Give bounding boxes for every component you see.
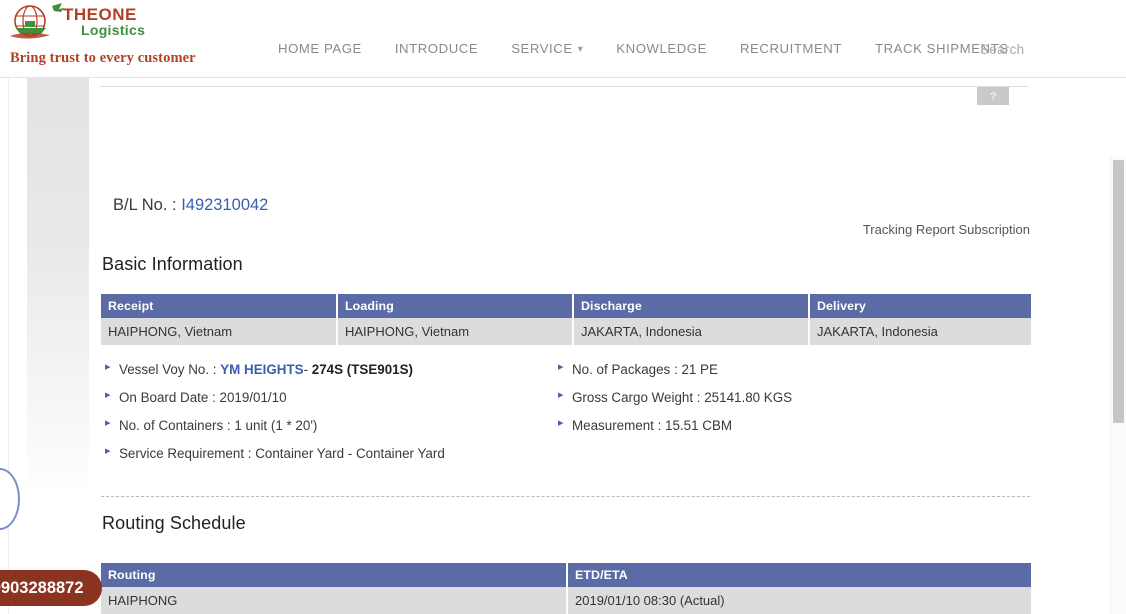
detail-vessel-voy-no: ▸ Vessel Voy No. : YM HEIGHTS- 274S (TSE9… <box>104 361 544 377</box>
floating-phone-badge[interactable]: e 0903288872 <box>0 570 102 606</box>
column-header-discharge: Discharge <box>573 294 810 318</box>
nav-label: INTRODUCE <box>394 41 479 56</box>
bl-number-value[interactable]: I492310042 <box>181 196 268 214</box>
column-header-routing: Routing <box>101 563 568 587</box>
detail-value: 2019/01/10 <box>219 390 287 405</box>
detail-no-of-packages: ▸ No. of Packages : 21 PE <box>557 361 987 377</box>
content-top-divider <box>100 86 1028 87</box>
table-row: HAIPHONG 2019/01/10 08:30 (Actual) <box>101 587 1031 614</box>
detail-label: No. of Packages : <box>572 362 678 377</box>
cell-routing: HAIPHONG <box>101 587 568 614</box>
detail-on-board-date: ▸ On Board Date : 2019/01/10 <box>104 389 544 405</box>
detail-no-of-containers: ▸ No. of Containers : 1 unit (1 * 20') <box>104 417 544 433</box>
scrollbar-thumb[interactable] <box>1113 160 1124 423</box>
cell-receipt: HAIPHONG, Vietnam <box>101 318 338 345</box>
page-scrollbar[interactable] <box>1110 156 1126 614</box>
detail-voyage-code: 274S (TSE901S) <box>311 362 414 377</box>
logo-mark: THEONE Logistics <box>6 2 188 44</box>
site-header: THEONE Logistics Bring trust to every cu… <box>0 0 1126 78</box>
detail-service-requirement: ▸ Service Requirement : Container Yard - … <box>104 445 544 461</box>
svg-text:Logistics: Logistics <box>81 22 145 38</box>
bullet-arrow-icon: ▸ <box>105 361 111 373</box>
page-root: THEONE Logistics Bring trust to every cu… <box>0 0 1126 614</box>
column-header-etd-eta: ETD/ETA <box>567 563 1031 587</box>
detail-label: Vessel Voy No. : <box>119 362 217 377</box>
site-logo[interactable]: THEONE Logistics Bring trust to every cu… <box>6 2 196 66</box>
detail-label: On Board Date : <box>119 390 216 405</box>
detail-gross-cargo-weight: ▸ Gross Cargo Weight : 25141.80 KGS <box>557 389 987 405</box>
cell-etd-eta: 2019/01/10 08:30 (Actual) <box>567 587 1031 614</box>
detail-value: Container Yard - Container Yard <box>255 446 445 461</box>
logo-tagline: Bring trust to every customer <box>10 50 196 66</box>
detail-label: No. of Containers : <box>119 418 231 433</box>
detail-vessel-name[interactable]: YM HEIGHTS <box>220 362 303 377</box>
nav-item-service[interactable]: SERVICE ▾ <box>511 41 599 56</box>
bullet-arrow-icon: ▸ <box>558 417 564 429</box>
detail-label: Measurement : <box>572 418 662 433</box>
cell-discharge: JAKARTA, Indonesia <box>573 318 810 345</box>
nav-item-recruitment[interactable]: RECRUITMENT <box>740 41 858 56</box>
detail-separator: - <box>303 362 309 377</box>
tracking-report-subscription-link[interactable]: Tracking Report Subscription <box>863 222 1030 237</box>
bl-label: B/L No. : <box>113 196 177 214</box>
nav-label: SERVICE <box>511 41 573 56</box>
nav-label: KNOWLEDGE <box>616 41 707 56</box>
basic-information-title: Basic Information <box>102 254 243 274</box>
basic-details-left-column: ▸ Vessel Voy No. : YM HEIGHTS- 274S (TSE9… <box>104 361 544 461</box>
routing-schedule-title: Routing Schedule <box>102 513 246 533</box>
nav-item-introduce[interactable]: INTRODUCE <box>395 41 494 56</box>
left-arc-decoration <box>0 468 20 530</box>
table-header-row: Receipt Loading Discharge Delivery <box>101 294 1031 318</box>
tracking-content: ? B/L No. : I492310042 Tracking Report S… <box>89 78 1039 614</box>
detail-value: 1 unit (1 * 20') <box>234 418 318 433</box>
help-button[interactable]: ? <box>977 87 1009 105</box>
section-divider-top <box>101 496 1030 497</box>
basic-information-table: Receipt Loading Discharge Delivery HAIPH… <box>101 294 1031 345</box>
left-rule-divider <box>8 78 9 614</box>
bullet-arrow-icon: ▸ <box>105 445 111 457</box>
cell-delivery: JAKARTA, Indonesia <box>809 318 1031 345</box>
bullet-arrow-icon: ▸ <box>558 389 564 401</box>
bl-number-line: B/L No. : I492310042 <box>113 196 268 215</box>
detail-value: 25141.80 KGS <box>704 390 793 405</box>
detail-measurement: ▸ Measurement : 15.51 CBM <box>557 417 987 433</box>
routing-schedule-table: Routing ETD/ETA HAIPHONG 2019/01/10 08:3… <box>101 563 1031 614</box>
detail-label: Service Requirement : <box>119 446 252 461</box>
nav-label: RECRUITMENT <box>739 41 842 56</box>
detail-label: Gross Cargo Weight : <box>572 390 701 405</box>
nav-label: HOME PAGE <box>278 41 362 56</box>
detail-value: 15.51 CBM <box>665 418 733 433</box>
column-header-receipt: Receipt <box>101 294 338 318</box>
search-input[interactable] <box>978 41 1098 58</box>
table-header-row: Routing ETD/ETA <box>101 563 1031 587</box>
detail-value: 21 PE <box>681 362 718 377</box>
basic-details-right-column: ▸ No. of Packages : 21 PE ▸ Gross Cargo We… <box>557 361 987 433</box>
bullet-arrow-icon: ▸ <box>105 389 111 401</box>
bullet-arrow-icon: ▸ <box>558 361 564 373</box>
main-navigation: HOME PAGE INTRODUCE SERVICE ▾ KNOWLEDGE … <box>278 41 1025 56</box>
table-row: HAIPHONG, Vietnam HAIPHONG, Vietnam JAKA… <box>101 318 1031 345</box>
nav-item-knowledge[interactable]: KNOWLEDGE <box>616 41 723 56</box>
theone-logistics-logo-icon: THEONE Logistics <box>10 3 145 39</box>
cell-loading: HAIPHONG, Vietnam <box>337 318 574 345</box>
left-decorative-panel <box>27 78 89 496</box>
chevron-down-icon: ▾ <box>577 43 584 55</box>
column-header-loading: Loading <box>337 294 574 318</box>
bullet-arrow-icon: ▸ <box>105 417 111 429</box>
column-header-delivery: Delivery <box>809 294 1031 318</box>
nav-item-home-page[interactable]: HOME PAGE <box>278 41 378 56</box>
body-area: ? B/L No. : I492310042 Tracking Report S… <box>0 78 1126 614</box>
